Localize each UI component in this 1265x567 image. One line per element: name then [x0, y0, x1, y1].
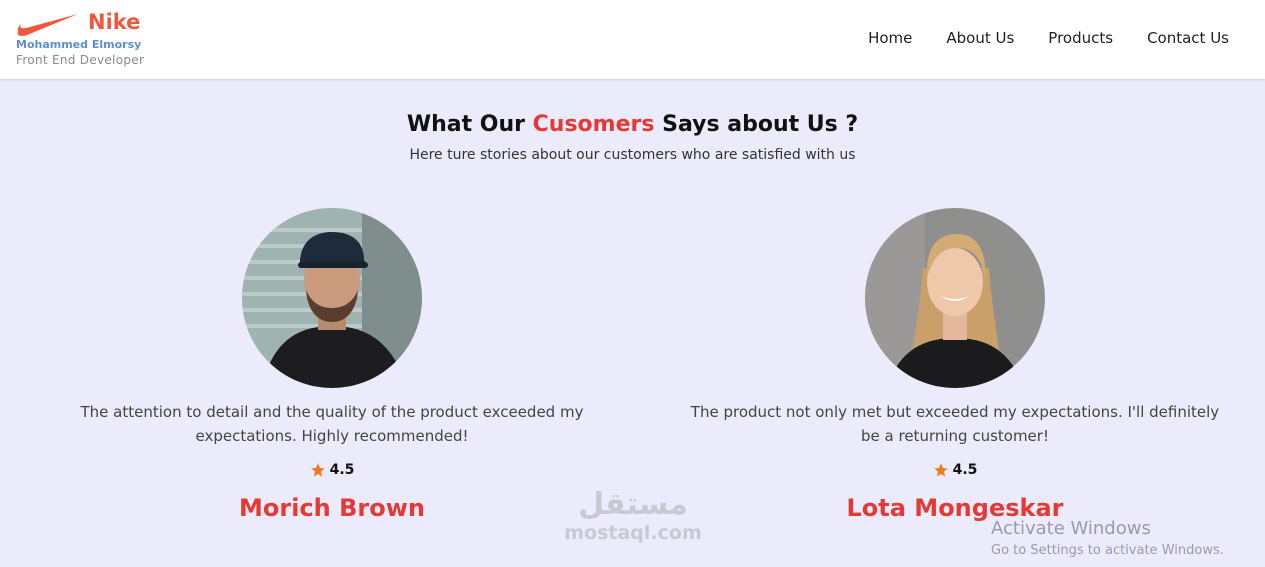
- brand-role: Front End Developer: [16, 53, 145, 67]
- main-nav: Home About Us Products Contact Us: [868, 29, 1229, 47]
- nav-link-products[interactable]: Products: [1048, 29, 1113, 47]
- section-title-accent: Cusomers: [532, 112, 655, 137]
- brand-name: Nike: [88, 10, 141, 34]
- nav-link-home[interactable]: Home: [868, 29, 912, 47]
- star-icon: [933, 463, 948, 477]
- rating: 4.5: [52, 462, 612, 478]
- rating: 4.5: [675, 462, 1235, 478]
- brand[interactable]: Nike Mohammed Elmorsy Front End Develope…: [16, 8, 186, 72]
- navbar: Nike Mohammed Elmorsy Front End Develope…: [0, 0, 1265, 79]
- nav-link-about-us[interactable]: About Us: [946, 29, 1014, 47]
- nike-swoosh-logo: [17, 14, 78, 36]
- section-title-start: What Our: [406, 112, 533, 137]
- section-title: What Our Cusomers Says about Us ?: [0, 112, 1265, 137]
- customer-name: Morich Brown: [239, 494, 425, 522]
- watermark-domain: mostaql.com: [564, 522, 702, 544]
- nav-link-contact-us[interactable]: Contact Us: [1147, 29, 1229, 47]
- testimonial-quote: The product not only met but exceeded my…: [690, 403, 1220, 445]
- activation-message: Go to Settings to activate Windows.: [991, 543, 1224, 558]
- mostaql-watermark: مستقل mostaql.com: [558, 487, 708, 545]
- brand-person-name: Mohammed Elmorsy: [16, 38, 142, 51]
- rating-value: 4.5: [952, 462, 978, 478]
- activation-title: Activate Windows: [991, 518, 1151, 539]
- watermark-arabic: مستقل: [578, 487, 688, 522]
- testimonial-quote: The attention to detail and the quality …: [80, 403, 584, 445]
- testimonial-card: The attention to detail and the quality …: [52, 208, 612, 522]
- section-title-end: Says about Us ?: [654, 112, 859, 137]
- customer-avatar: [865, 208, 1045, 388]
- customer-avatar: [242, 208, 422, 388]
- star-icon: [310, 463, 325, 477]
- section-subtitle: Here ture stories about our customers wh…: [409, 147, 856, 163]
- windows-activation-notice: Activate Windows Go to Settings to activ…: [991, 518, 1224, 558]
- rating-value: 4.5: [329, 462, 355, 478]
- testimonial-card: The product not only met but exceeded my…: [675, 208, 1235, 522]
